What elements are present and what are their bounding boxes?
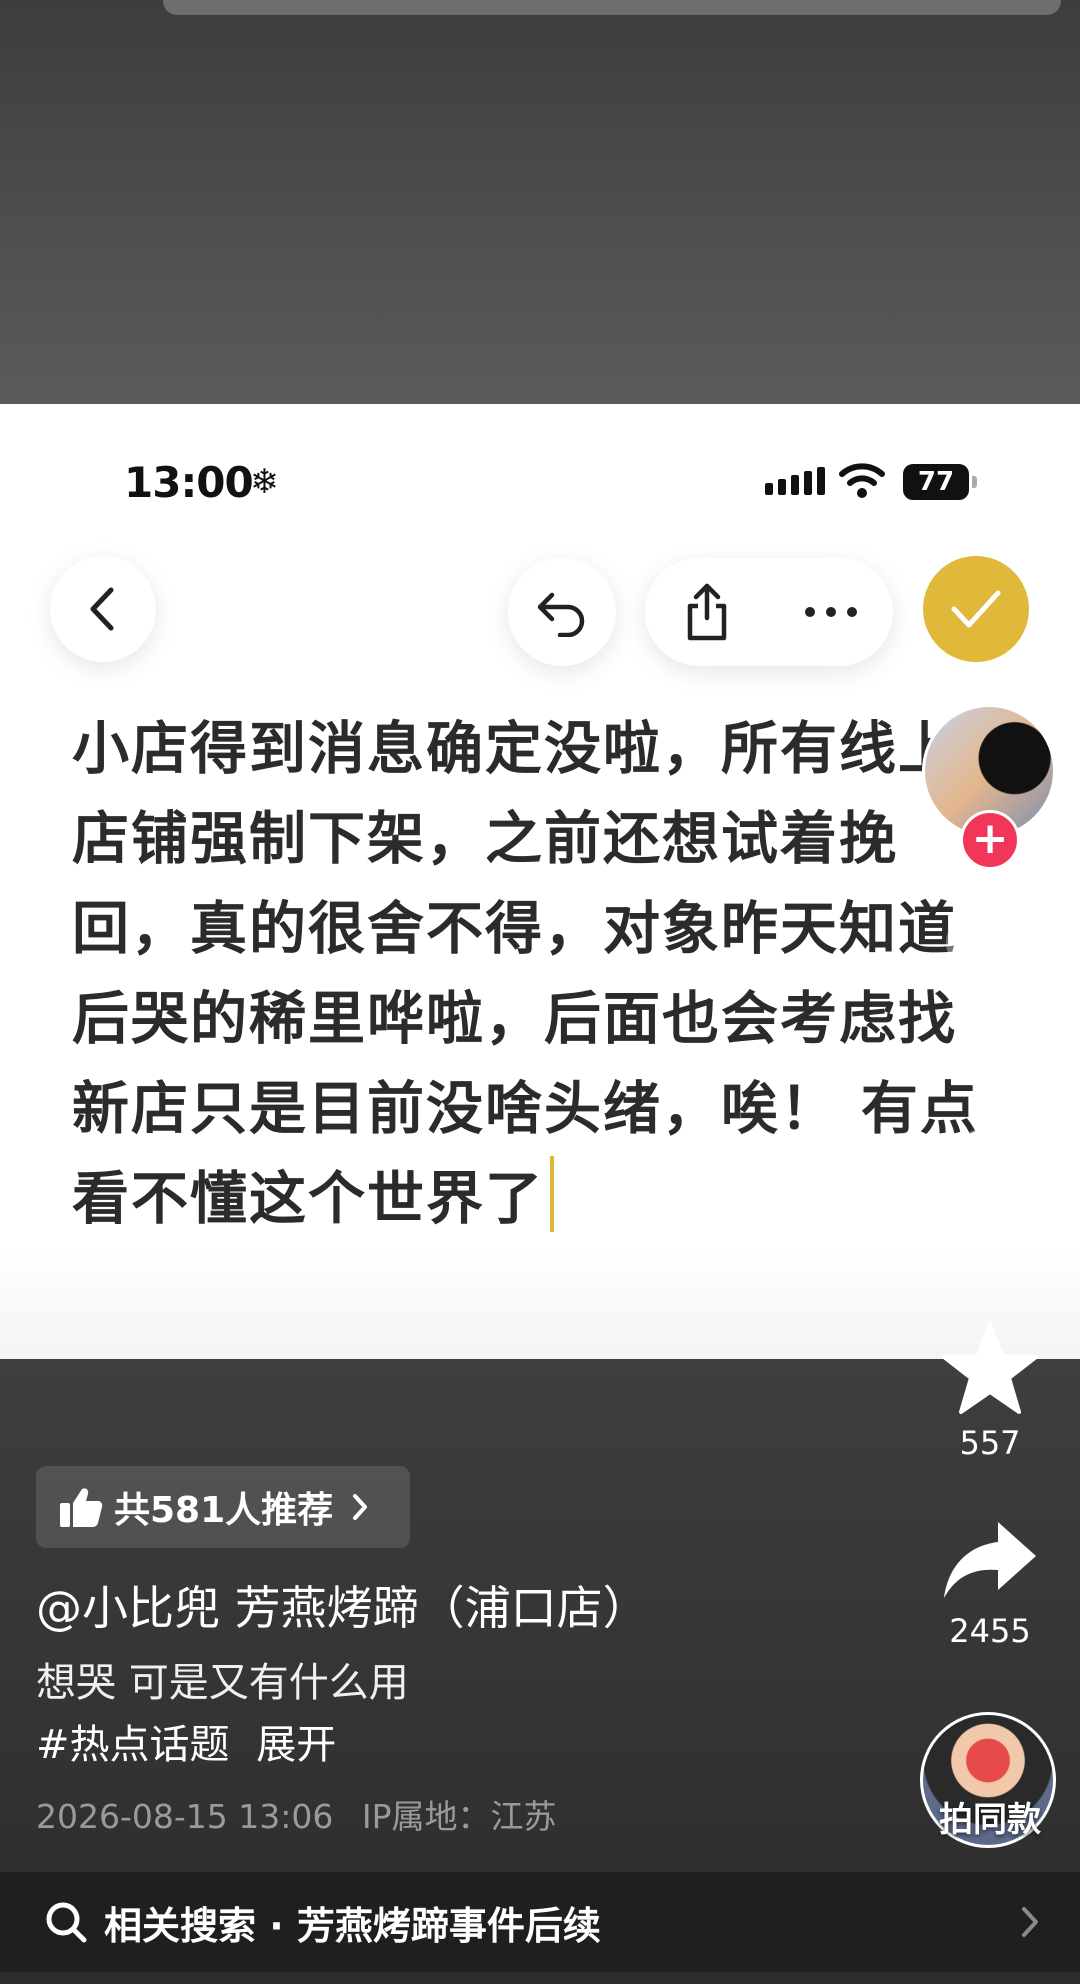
- thumbs-up-icon: [60, 1488, 103, 1527]
- done-button[interactable]: [923, 556, 1029, 662]
- recommend-chip[interactable]: 共581人推荐: [36, 1466, 410, 1548]
- video-top-background: [0, 0, 1080, 404]
- share-button[interactable]: [645, 558, 769, 666]
- post-date: 2026-08-15 13:06: [36, 1797, 334, 1836]
- text-caret: [550, 1156, 554, 1232]
- author-name[interactable]: @小比兜 芳燕烤蹄（浦口店）: [36, 1572, 649, 1638]
- favorite-button[interactable]: 557: [920, 1320, 1060, 1462]
- like-count: 2.5万: [948, 1016, 1032, 1054]
- back-button[interactable]: [50, 556, 156, 662]
- comment-button[interactable]: 7449: [920, 1122, 1060, 1254]
- post-meta: 2026-08-15 13:06 IP属地：江苏: [36, 1790, 557, 1838]
- post-description: 想哭 可是又有什么用: [36, 1660, 409, 1706]
- recommend-label: 共581人推荐: [114, 1490, 334, 1531]
- toolbar-pill: [645, 558, 893, 666]
- note-text-block: 小店得到消息确定没啦，所有线上店铺强制下架，之前还想试着挽回，真的很舍不得，对象…: [72, 704, 992, 1244]
- favorite-count: 557: [959, 1424, 1021, 1462]
- heart-icon: [946, 920, 1034, 998]
- related-search-label: 相关搜索 · 芳燕烤蹄事件后续: [104, 1903, 601, 1948]
- cellular-signal-icon: [765, 467, 825, 495]
- search-icon: [46, 1902, 87, 1943]
- note-text: 小店得到消息确定没啦，所有线上店铺强制下架，之前还想试着挽回，真的很舍不得，对象…: [72, 716, 979, 1232]
- expand-link[interactable]: 展开: [256, 1722, 336, 1768]
- video-frame-screenshot: 13:00 ❄ 77 小店得到消息确定没啦，所有线上店铺强制下架，之前还想试着挽…: [0, 404, 1080, 1359]
- battery-icon: 77: [903, 464, 969, 500]
- comment-bubble-icon: [948, 1128, 1032, 1204]
- status-time: 13:00: [124, 458, 254, 507]
- top-search-bar[interactable]: [163, 0, 1061, 15]
- share-arrow-icon: [944, 1522, 1036, 1598]
- post-tags-row: #热点话题 展开: [36, 1712, 336, 1770]
- undo-icon: [537, 592, 585, 637]
- hashtag-link[interactable]: #热点话题: [36, 1722, 230, 1768]
- share-video-button[interactable]: 2455: [920, 1518, 1060, 1650]
- ip-location: IP属地：江苏: [361, 1797, 557, 1836]
- remix-label[interactable]: 拍同款: [920, 1792, 1060, 1841]
- chevron-right-icon: [353, 1494, 368, 1520]
- share-upload-icon: [687, 583, 727, 641]
- check-icon: [951, 590, 1001, 628]
- more-dots-icon: [805, 607, 857, 617]
- comment-count: 7449: [949, 1216, 1031, 1254]
- chevron-left-icon: [90, 587, 114, 631]
- share-count: 2455: [949, 1612, 1031, 1650]
- related-search-bar[interactable]: 相关搜索 · 芳燕烤蹄事件后续: [0, 1872, 1080, 1972]
- star-icon: [942, 1322, 1038, 1414]
- like-button[interactable]: 2.5万: [920, 916, 1060, 1056]
- wifi-icon: [839, 463, 885, 498]
- snowflake-icon: ❄: [250, 462, 279, 502]
- more-button[interactable]: [769, 558, 893, 666]
- follow-button[interactable]: +: [960, 810, 1020, 870]
- chevron-right-icon: [1022, 1907, 1038, 1937]
- battery-cap: [972, 476, 977, 488]
- undo-button[interactable]: [508, 558, 616, 666]
